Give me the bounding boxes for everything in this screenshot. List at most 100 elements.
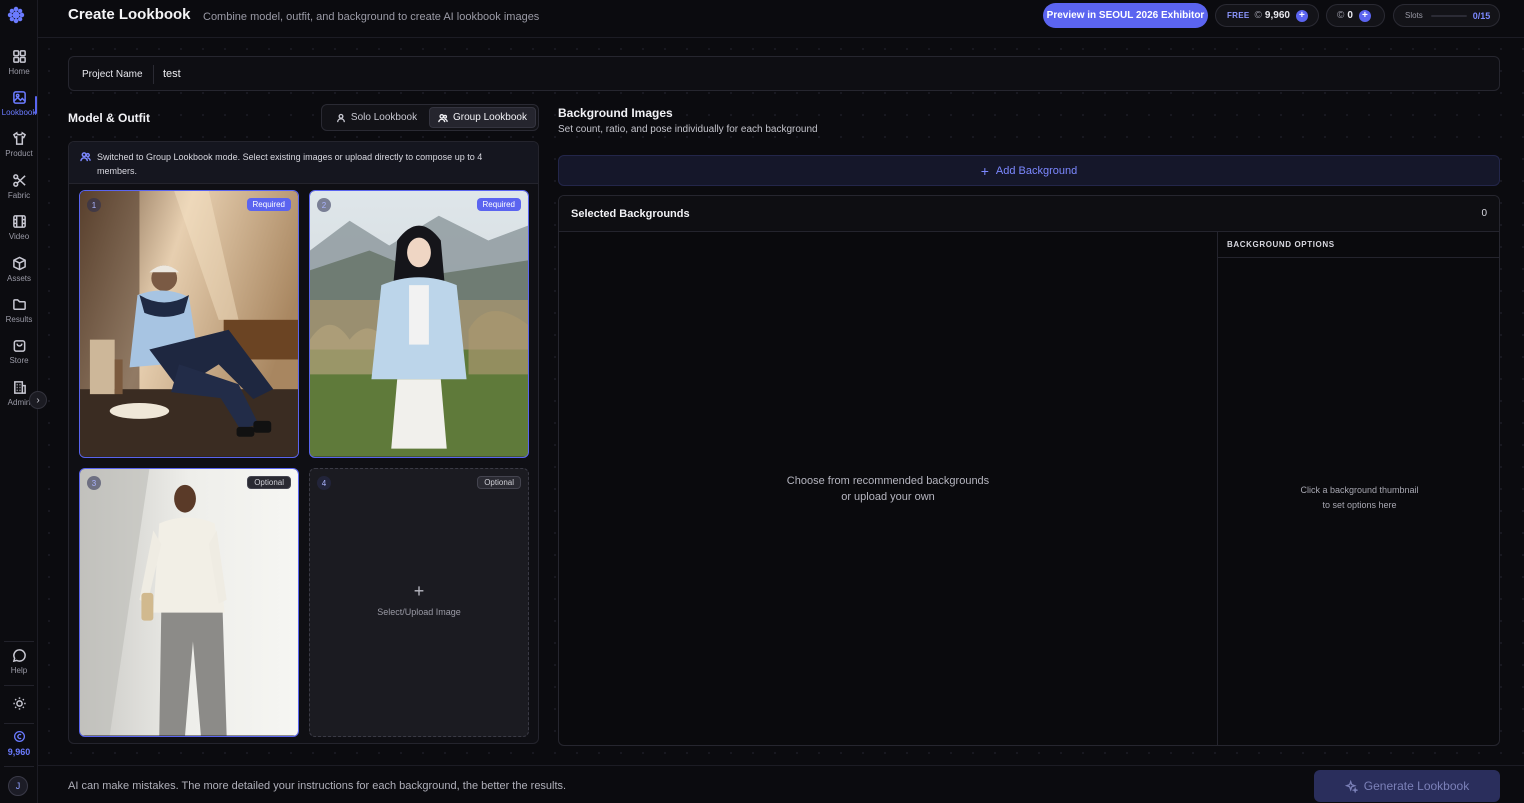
chat-bubble-icon [12, 649, 26, 663]
generate-lookbook-label: Generate Lookbook [1363, 779, 1470, 793]
optional-badge: Optional [247, 476, 291, 489]
folder-icon [12, 299, 26, 310]
sidebar-item-label: Home [8, 67, 30, 76]
theme-toggle-button[interactable] [0, 696, 38, 732]
sidebar-divider [4, 766, 34, 767]
sidebar-item-fabric[interactable]: Fabric [0, 173, 38, 209]
sidebar-item-results[interactable]: Results [0, 297, 38, 333]
solo-lookbook-label: Solo Lookbook [350, 112, 418, 123]
chevron-right-icon: › [36, 394, 40, 406]
model-outfit-panel: Switched to Group Lookbook mode. Select … [68, 141, 539, 744]
sidebar-item-label: Lookbook [1, 108, 37, 117]
generate-lookbook-button[interactable]: Generate Lookbook [1314, 770, 1500, 802]
shirt-icon [12, 131, 26, 145]
background-options-message: Click a background thumbnail to set opti… [1218, 483, 1499, 513]
slots-progress-bar [1430, 14, 1467, 17]
ai-disclaimer: AI can make mistakes. The more detailed … [68, 780, 567, 792]
sidebar-divider [4, 641, 34, 642]
sidebar-item-label: Admin [7, 398, 31, 407]
people-icon [80, 152, 91, 162]
slot-number: 2 [317, 198, 331, 212]
plus-icon: + [980, 162, 989, 179]
sidebar-item-help[interactable]: Help [0, 648, 38, 684]
sidebar-item-label: Assets [6, 274, 31, 283]
lookbook-mode-toggle: Solo Lookbook Group Lookbook [321, 104, 539, 131]
sidebar-item-label: Product [5, 149, 33, 158]
selected-backgrounds-panel: Selected Backgrounds 0 Choose from recom… [558, 195, 1500, 746]
footer-bar: AI can make mistakes. The more detailed … [38, 765, 1524, 803]
background-images-subtitle: Set count, ratio, and pose individually … [558, 124, 818, 135]
image-icon [12, 91, 26, 104]
free-credits-value: 9,960 [1264, 10, 1290, 21]
model-photo-3 [80, 469, 298, 736]
slots-pill: Slots 0/15 [1393, 4, 1500, 27]
background-options-panel: BACKGROUND OPTIONS Click a background th… [1217, 232, 1499, 745]
expand-sidebar-button[interactable]: › [29, 391, 47, 409]
sidebar-item-product[interactable]: Product [0, 131, 38, 167]
slots-value: 0/15 [1472, 10, 1491, 21]
project-name-field: Project Name [68, 56, 1500, 91]
selected-backgrounds-count: 0 [1481, 208, 1487, 219]
required-badge: Required [246, 198, 291, 211]
options-message-line-1: Click a background thumbnail [1300, 485, 1419, 495]
solo-lookbook-tab[interactable]: Solo Lookbook [324, 107, 429, 128]
sidebar-item-label: Store [9, 356, 29, 365]
background-options-title: BACKGROUND OPTIONS [1227, 240, 1335, 249]
sidebar-item-assets[interactable]: Assets [0, 256, 38, 292]
sidebar-item-video[interactable]: Video [0, 214, 38, 250]
slot-number: 4 [317, 476, 331, 490]
sidebar-item-label: Results [5, 315, 33, 324]
grid-icon [12, 50, 26, 63]
sidebar-divider [4, 723, 34, 724]
sidebar-credits-value: 9,960 [7, 747, 31, 757]
optional-badge: Optional [477, 476, 521, 489]
model-photo-2 [310, 191, 528, 457]
group-lookbook-label: Group Lookbook [453, 112, 527, 123]
model-photo-1 [80, 191, 298, 457]
add-paid-credits-icon[interactable]: + [1358, 9, 1371, 22]
sidebar-item-lookbook[interactable]: Lookbook [0, 90, 38, 126]
mode-notice: Switched to Group Lookbook mode. Select … [69, 142, 538, 184]
sidebar-item-label: Fabric [7, 191, 31, 200]
member-slot-4[interactable]: 4 Optional + Select/Upload Image [309, 468, 529, 737]
slot-number: 1 [87, 198, 101, 212]
sidebar-credits[interactable]: 9,960 [0, 730, 38, 757]
scissors-icon [12, 174, 26, 187]
selected-backgrounds-title: Selected Backgrounds [571, 208, 690, 220]
box-icon [12, 256, 26, 271]
page-subtitle: Combine model, outfit, and background to… [203, 11, 540, 23]
empty-message-line-1: Choose from recommended backgrounds [786, 475, 990, 487]
project-name-label: Project Name [82, 69, 143, 80]
group-lookbook-tab[interactable]: Group Lookbook [429, 107, 536, 128]
coin-icon: © [1337, 10, 1345, 21]
sparkle-icon [1344, 779, 1358, 793]
free-credits-pill[interactable]: FREE © 9,960 + [1215, 4, 1319, 27]
bag-icon [13, 340, 25, 352]
coin-icon [13, 730, 25, 743]
add-credits-icon[interactable]: + [1295, 9, 1308, 22]
active-indicator [35, 96, 37, 114]
app-logo-icon[interactable] [7, 6, 25, 24]
sidebar-item-store[interactable]: Store [0, 338, 38, 374]
divider [153, 65, 154, 84]
sidebar-item-home[interactable]: Home [0, 49, 38, 85]
background-images-title: Background Images [558, 106, 673, 120]
add-background-button[interactable]: + Add Background [558, 155, 1500, 186]
project-name-input[interactable] [163, 64, 563, 84]
member-slot-2[interactable]: 2 Required [309, 190, 529, 458]
plus-icon: + [413, 581, 425, 601]
sun-icon [12, 697, 26, 710]
selected-backgrounds-header: Selected Backgrounds 0 [559, 196, 1499, 232]
slot-number: 3 [87, 476, 101, 490]
upload-image-label: Select/Upload Image [377, 607, 461, 617]
preview-exhibitor-button[interactable]: Preview in SEOUL 2026 Exhibitor [1043, 3, 1208, 28]
paid-credits-value: 0 [1347, 10, 1353, 21]
add-background-label: Add Background [995, 164, 1078, 177]
paid-credits-pill[interactable]: © 0 + [1326, 4, 1385, 27]
top-header: Create Lookbook Combine model, outfit, a… [38, 0, 1524, 38]
member-slot-1[interactable]: 1 Required [79, 190, 299, 458]
avatar[interactable]: J [8, 776, 28, 796]
empty-backgrounds-message: Choose from recommended backgrounds or u… [559, 473, 1217, 505]
member-slot-3[interactable]: 3 Optional [79, 468, 299, 737]
sidebar-divider [4, 685, 34, 686]
